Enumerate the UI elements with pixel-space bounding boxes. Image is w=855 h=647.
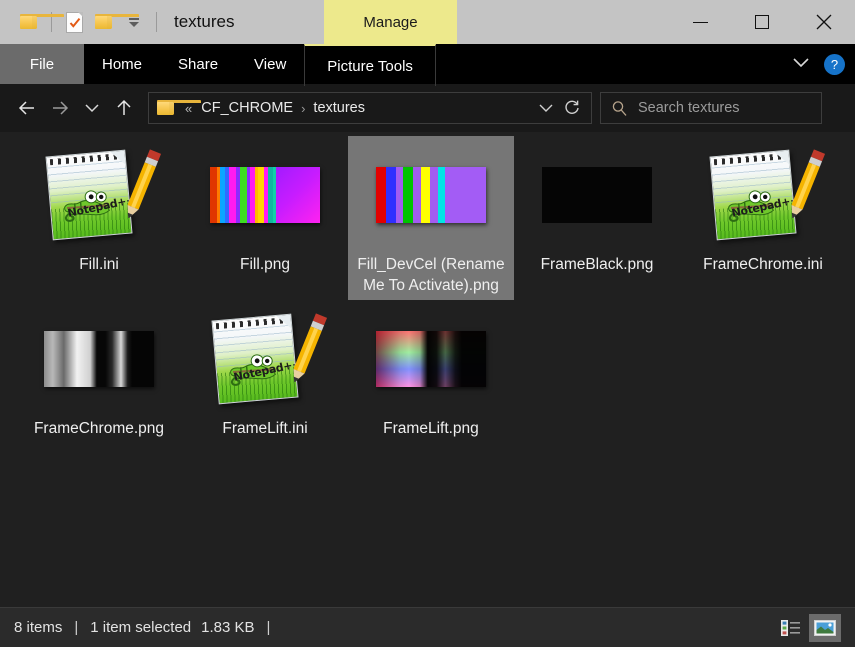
file-item[interactable]: FrameChrome.png (16, 300, 182, 443)
address-bar[interactable]: « CF_CHROME › textures (148, 92, 592, 124)
image-thumbnail-framelift (376, 331, 486, 387)
back-button[interactable] (12, 92, 44, 124)
contextual-tab-manage[interactable]: Manage (324, 0, 457, 44)
details-view-button[interactable] (775, 614, 807, 642)
arrow-up-icon (114, 98, 134, 118)
minimize-icon (693, 22, 708, 23)
chevron-down-icon (790, 54, 812, 70)
search-input[interactable]: Search textures (638, 100, 740, 116)
help-button[interactable]: ? (824, 54, 845, 75)
status-divider: | (74, 619, 78, 636)
refresh-icon (563, 99, 581, 117)
file-list-area[interactable]: Notepad++ Fill.ini (0, 132, 855, 607)
file-explorer-window: textures Manage File Home Share View Pic… (0, 0, 855, 647)
navigation-bar: « CF_CHROME › textures (0, 84, 855, 132)
file-name-label: FrameChrome.ini (688, 254, 838, 275)
tab-home[interactable]: Home (84, 44, 160, 84)
quick-access-folder-button[interactable] (89, 7, 119, 37)
breadcrumb: « CF_CHROME › textures (182, 100, 533, 116)
file-thumbnail: Notepad++ (698, 142, 828, 248)
arrow-left-icon (17, 98, 39, 118)
notepad-plus-plus-icon: Notepad++ (43, 145, 155, 245)
file-name-label: FrameChrome.png (24, 418, 174, 439)
file-name-label: FrameLift.ini (190, 418, 340, 439)
maximize-icon (755, 15, 769, 29)
maximize-button[interactable] (731, 0, 793, 44)
chevron-down-icon (129, 18, 139, 27)
file-item[interactable]: FrameBlack.png (514, 136, 680, 300)
file-name-label: Fill.png (190, 254, 340, 275)
file-grid: Notepad++ Fill.ini (16, 136, 855, 607)
breadcrumb-separator-icon[interactable]: › (299, 101, 307, 116)
expand-ribbon-button[interactable] (790, 54, 812, 75)
large-icons-view-button[interactable] (809, 614, 841, 642)
file-thumbnail (200, 142, 330, 248)
refresh-button[interactable] (559, 93, 585, 123)
file-thumbnail (366, 142, 496, 248)
file-item[interactable]: Notepad++ Fill.ini (16, 136, 182, 300)
tab-share[interactable]: Share (160, 44, 236, 84)
checkmark-icon (69, 17, 81, 29)
file-thumbnail (532, 142, 662, 248)
file-item[interactable]: Notepad++ FrameLift.ini (182, 300, 348, 443)
up-button[interactable] (108, 92, 140, 124)
title-bar: textures Manage (0, 0, 855, 44)
chevron-down-icon (82, 99, 102, 117)
window-title: textures (174, 12, 234, 32)
file-thumbnail: Notepad++ (34, 142, 164, 248)
quick-access-new-folder-button[interactable] (14, 7, 44, 37)
file-thumbnail (34, 306, 164, 412)
item-count-label: 8 items (14, 619, 62, 636)
status-bar: 8 items | 1 item selected 1.83 KB | (0, 607, 855, 647)
image-thumbnail-fill-devcel (376, 167, 486, 223)
ribbon-tab-bar: File Home Share View Picture Tools ? (0, 44, 855, 84)
image-thumbnail-framechrome (44, 331, 154, 387)
tab-view[interactable]: View (236, 44, 304, 84)
arrow-right-icon (49, 98, 71, 118)
file-item[interactable]: Notepad++ FrameChrome.ini (680, 136, 846, 300)
notepad-plus-plus-icon: Notepad++ (707, 145, 819, 245)
quick-access-properties-button[interactable] (59, 7, 89, 37)
file-item[interactable]: Fill.png (182, 136, 348, 300)
tab-picture-tools[interactable]: Picture Tools (304, 44, 436, 86)
large-icons-view-icon (813, 619, 837, 637)
tab-file[interactable]: File (0, 44, 84, 84)
quick-access-toolbar: textures (0, 0, 234, 44)
image-thumbnail-frameblack (542, 167, 652, 223)
file-item[interactable]: FrameLift.png (348, 300, 514, 443)
details-view-icon (780, 619, 802, 637)
ribbon-right-controls: ? (790, 44, 845, 84)
notepad-plus-plus-icon: Notepad++ (209, 309, 321, 409)
file-name-label: FrameBlack.png (522, 254, 672, 275)
file-name-label: FrameLift.png (356, 418, 506, 439)
folder-icon (157, 100, 176, 116)
close-icon (814, 12, 834, 32)
selection-label: 1 item selected (90, 619, 191, 636)
search-icon (611, 100, 628, 117)
minimize-button[interactable] (669, 0, 731, 44)
chevron-down-icon (537, 101, 555, 115)
close-button[interactable] (793, 0, 855, 44)
folder-icon (20, 14, 39, 30)
search-box[interactable]: Search textures (600, 92, 822, 124)
folder-icon (95, 14, 114, 30)
breadcrumb-item-cf-chrome[interactable]: CF_CHROME (197, 100, 297, 116)
quick-access-customize-button[interactable] (119, 7, 149, 37)
status-divider: | (267, 619, 271, 636)
image-thumbnail-fill (210, 167, 320, 223)
file-name-label: Fill.ini (24, 254, 174, 275)
file-thumbnail (366, 306, 496, 412)
breadcrumb-item-textures[interactable]: textures (309, 100, 369, 116)
recent-locations-button[interactable] (76, 92, 108, 124)
file-name-label: Fill_DevCel (Rename Me To Activate).png (356, 254, 506, 296)
forward-button[interactable] (44, 92, 76, 124)
file-thumbnail: Notepad++ (200, 306, 330, 412)
address-dropdown-button[interactable] (533, 93, 559, 123)
window-controls (669, 0, 855, 44)
selection-size-label: 1.83 KB (201, 619, 254, 636)
properties-icon (66, 12, 83, 33)
toolbar-divider (156, 12, 157, 32)
file-item-selected[interactable]: Fill_DevCel (Rename Me To Activate).png (348, 136, 514, 300)
